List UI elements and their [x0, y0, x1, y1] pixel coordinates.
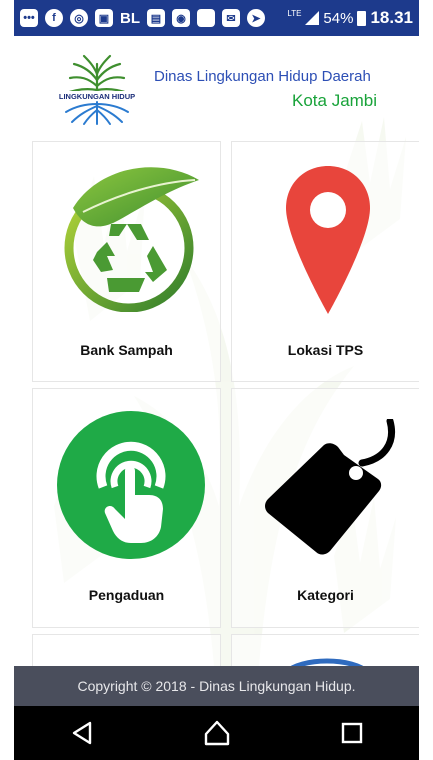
- logo-text: LINGKUNGAN HIDUP: [59, 92, 135, 101]
- back-button[interactable]: [62, 713, 102, 753]
- whatsapp-icon: ◉: [172, 9, 190, 27]
- mail-icon: ✉: [222, 9, 240, 27]
- clipboard-icon: ▤: [147, 9, 165, 27]
- recents-icon: [341, 722, 362, 744]
- recycle-icon: [64, 167, 199, 312]
- agency-title: Dinas Lingkungan Hidup Daerah: [154, 68, 371, 85]
- menu-label-kategori: Kategori: [297, 587, 354, 603]
- app-icon: ◎: [70, 9, 88, 27]
- agency-city: Kota Jambi: [292, 91, 378, 110]
- telegram-icon: ➤: [247, 9, 265, 27]
- clock: 18.31: [370, 8, 413, 27]
- app-header: LINGKUNGAN HIDUP Dinas Lingkungan Hidup …: [54, 46, 404, 132]
- menu-tile-pengaduan[interactable]: Pengaduan: [32, 388, 221, 628]
- facebook-icon: f: [45, 9, 63, 27]
- bl-label: BL: [120, 9, 140, 27]
- blank-icon: [197, 9, 215, 27]
- status-bar: ••• f ◎ ▣ BL ▤ ◉ ✉ ➤ LTE 54% 18.31: [14, 0, 419, 36]
- menu-label-bank-sampah: Bank Sampah: [80, 342, 173, 358]
- signal-icon: [305, 11, 320, 25]
- home-icon: [204, 720, 229, 746]
- menu-tile-lokasi-tps[interactable]: Lokasi TPS: [231, 141, 419, 382]
- dlh-logo: LINGKUNGAN HIDUP: [59, 54, 135, 125]
- app-screen: ••• f ◎ ▣ BL ▤ ◉ ✉ ➤ LTE 54% 18.31 LINGK…: [14, 0, 419, 760]
- menu-label-pengaduan: Pengaduan: [88, 587, 165, 603]
- tag-icon: [265, 419, 395, 555]
- copyright-text: Copyright © 2018 - Dinas Lingkungan Hidu…: [77, 678, 356, 694]
- menu-tile-bank-sampah[interactable]: Bank Sampah: [32, 141, 221, 382]
- copyright-footer: Copyright © 2018 - Dinas Lingkungan Hidu…: [14, 666, 419, 706]
- chat-icon: •••: [20, 9, 38, 27]
- back-icon: [72, 721, 91, 745]
- touch-icon: [57, 411, 205, 559]
- network-type-label: LTE: [287, 8, 302, 18]
- recents-button[interactable]: [332, 713, 372, 753]
- battery-icon: [357, 10, 367, 26]
- battery-percent: 54%: [323, 9, 354, 27]
- android-nav-bar: [14, 706, 419, 760]
- menu-label-lokasi-tps: Lokasi TPS: [287, 342, 364, 358]
- location-pin-icon: [286, 166, 370, 314]
- home-button[interactable]: [197, 713, 237, 753]
- gallery-icon: ▣: [95, 9, 113, 27]
- menu-tile-kategori[interactable]: Kategori: [231, 388, 419, 628]
